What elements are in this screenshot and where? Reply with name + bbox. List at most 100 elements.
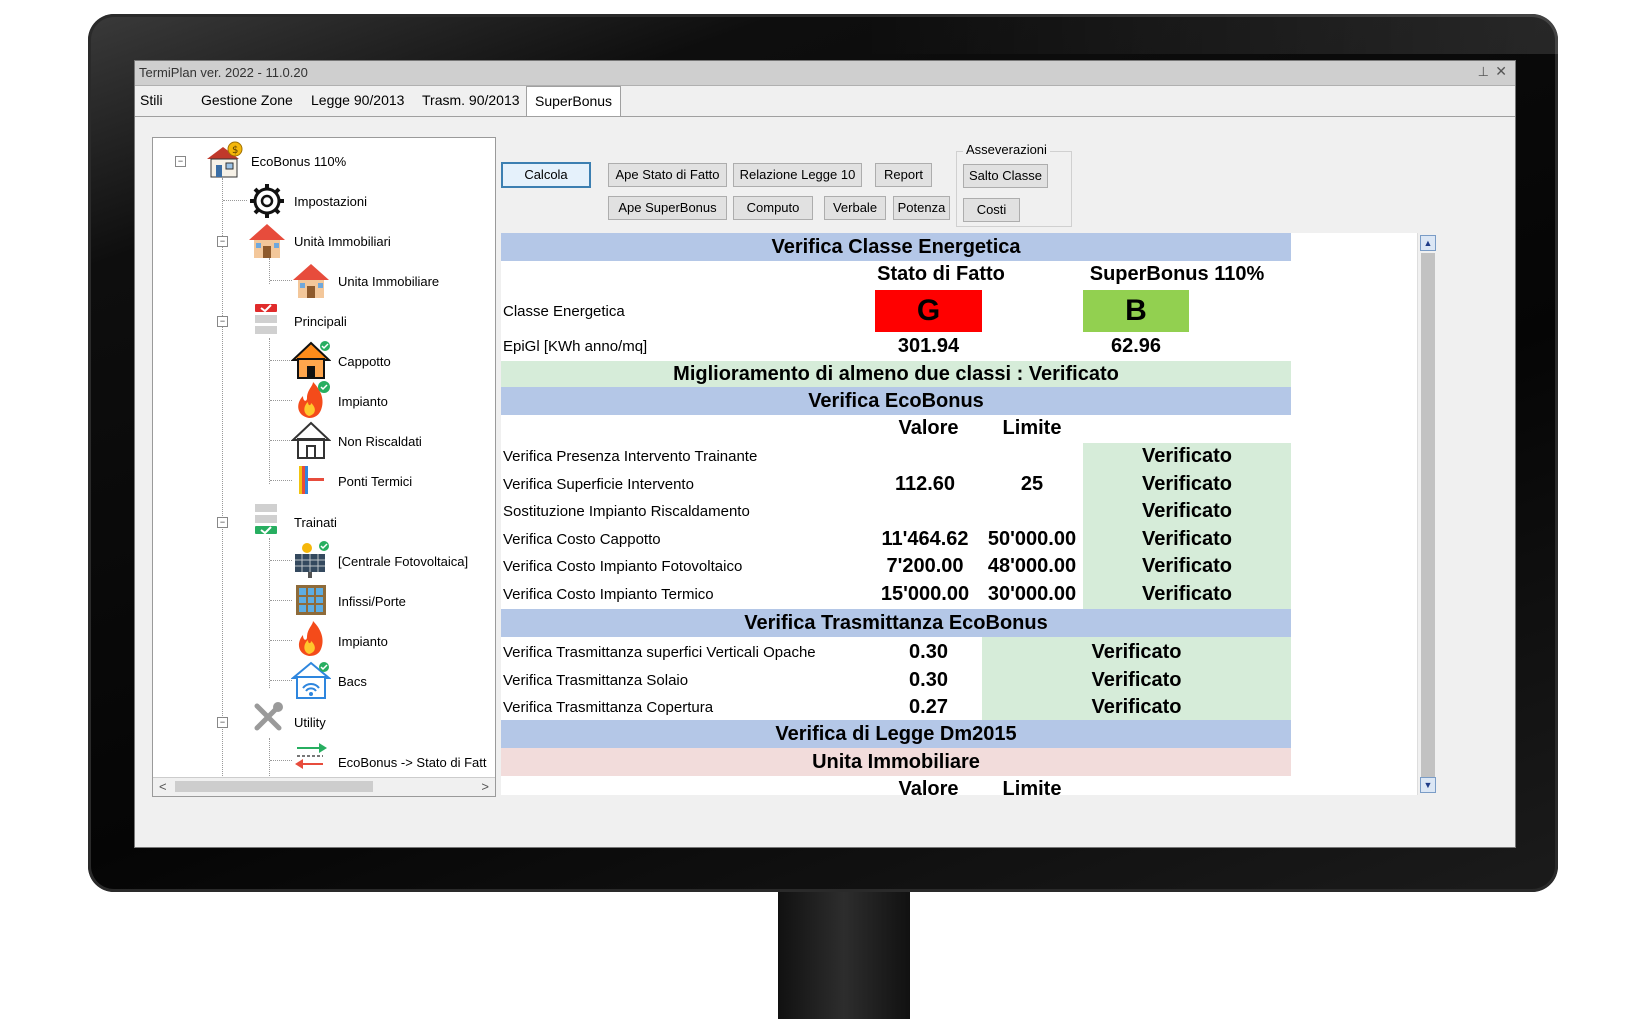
eco-row-esito: Verificato <box>1141 555 1233 578</box>
collapse-toggle[interactable]: − <box>217 236 228 247</box>
scroll-down-icon[interactable]: ▼ <box>1420 777 1436 793</box>
close-icon[interactable]: ✕ <box>1495 63 1507 80</box>
classe-superbonus-badge: B <box>1083 290 1189 332</box>
trasm-row-label: Verifica Trasmittanza superfici Vertical… <box>503 644 816 661</box>
eco-row-limite: 30'000.00 <box>987 583 1077 605</box>
tree-line <box>270 680 292 681</box>
tree-line <box>270 560 292 561</box>
eco-row-limite: 25 <box>1020 472 1044 495</box>
eco-row-valore: 15'000.00 <box>880 583 970 605</box>
report-panel: Verifica Classe Energetica Stato di Fatt… <box>501 233 1435 795</box>
tree-item-utility[interactable]: Utility <box>294 715 326 730</box>
eco-row-esito: Verificato <box>1141 583 1233 605</box>
eco-row-esito: Verificato <box>1141 500 1233 523</box>
section-header-unita: Unita Immobiliare <box>501 748 1291 776</box>
tab-superbonus[interactable]: SuperBonus <box>526 86 622 116</box>
tree-item-infissi-porte[interactable]: Infissi/Porte <box>338 594 406 609</box>
tree-item-unita-immobiliare[interactable]: Unita Immobiliare <box>338 274 439 289</box>
tab-bar: Stili Gestione Zone Legge 90/2013 Trasm.… <box>135 86 1515 117</box>
tree-line <box>270 280 292 281</box>
tree-line <box>270 480 292 481</box>
tree-item-impianto-trainato[interactable]: Impianto <box>338 634 388 649</box>
report-button[interactable]: Report <box>875 163 932 187</box>
section-header-classe: Verifica Classe Energetica <box>501 233 1291 261</box>
calcola-button[interactable]: Calcola <box>501 162 591 188</box>
tree-line <box>270 640 292 641</box>
eco-row-limite: 50'000.00 <box>987 527 1077 550</box>
tree-item-ponti-termici[interactable]: Ponti Termici <box>338 474 412 489</box>
section-header-dm2015: Verifica di Legge Dm2015 <box>501 720 1291 748</box>
classe-energetica-label: Classe Energetica <box>503 303 625 320</box>
house-outline-icon <box>290 420 332 465</box>
trasm-row-esito: Verificato <box>1091 668 1182 691</box>
tab-gestione-zone[interactable]: Gestione Zone <box>201 92 293 108</box>
collapse-toggle[interactable]: − <box>175 156 186 167</box>
tree-item-unita-immobiliari[interactable]: Unità Immobiliari <box>294 234 391 249</box>
epigl-stato-value: 301.94 <box>897 335 960 357</box>
ape-superbonus-button[interactable]: Ape SuperBonus <box>608 196 727 220</box>
eco-row-label: Verifica Superficie Intervento <box>503 475 694 493</box>
title-bar: TermiPlan ver. 2022 - 11.0.20 ⊥ ✕ <box>135 61 1515 86</box>
salto-classe-button[interactable]: Salto Classe <box>963 164 1048 188</box>
section-header-trasmittanza: Verifica Trasmittanza EcoBonus <box>501 609 1291 637</box>
thermal-bridge-icon <box>293 462 329 503</box>
scroll-thumb[interactable] <box>175 781 373 792</box>
scroll-up-icon[interactable]: ▲ <box>1420 235 1436 251</box>
eco-row-label: Sostituzione Impianto Riscaldamento <box>503 503 750 521</box>
tree-root-label[interactable]: EcoBonus 110% <box>251 154 346 169</box>
unita-col-limite: Limite <box>1002 778 1062 795</box>
verbale-button[interactable]: Verbale <box>824 196 886 220</box>
tab-trasm-90-2013[interactable]: Trasm. 90/2013 <box>422 92 520 108</box>
tree-line <box>270 760 292 761</box>
costi-button[interactable]: Costi <box>963 198 1020 222</box>
tree-line <box>270 400 292 401</box>
scroll-right-icon[interactable]: > <box>481 779 489 794</box>
trasm-row-valore: 0.30 <box>909 668 948 691</box>
flame-icon <box>293 620 329 663</box>
tree-item-bacs[interactable]: Bacs <box>338 674 367 689</box>
eco-row-esito: Verificato <box>1141 527 1233 550</box>
scroll-thumb[interactable] <box>1421 253 1435 783</box>
tree-item-cappotto[interactable]: Cappotto <box>338 354 391 369</box>
tree-line <box>222 178 223 794</box>
epigl-label: EpiGl [KWh anno/mq] <box>503 338 648 355</box>
tree-item-centrale-fotovoltaica[interactable]: [Centrale Fotovoltaica] <box>338 554 468 569</box>
eco-row-valore: 112.60 <box>894 472 956 495</box>
report-vertical-scrollbar[interactable]: ▲ ▼ <box>1417 233 1438 795</box>
eco-row-limite: 48'000.00 <box>987 555 1077 578</box>
trasm-row-esito: Verificato <box>1091 641 1182 663</box>
house-icon <box>291 260 331 305</box>
flame-check-icon <box>291 380 331 425</box>
ape-stato-button[interactable]: Ape Stato di Fatto <box>608 163 727 187</box>
tree-item-ecobonus-stato[interactable]: EcoBonus -> Stato di Fatt <box>338 755 487 770</box>
asseverazioni-title: Asseverazioni <box>963 142 1050 157</box>
eco-row-valore: 7'200.00 <box>886 555 964 578</box>
tab-legge-90-2013[interactable]: Legge 90/2013 <box>311 92 404 108</box>
collapse-toggle[interactable]: − <box>217 517 228 528</box>
trasm-row-esito: Verificato <box>1091 696 1182 719</box>
tree-item-impostazioni[interactable]: Impostazioni <box>294 194 367 209</box>
navigation-tree[interactable]: − $ EcoBonus 110% Impostazioni − Unità I… <box>152 137 496 797</box>
monitor-stand <box>778 892 910 1019</box>
eco-row-valore: 11'464.62 <box>881 527 969 550</box>
window-icon <box>293 582 329 623</box>
scroll-left-icon[interactable]: < <box>159 779 167 794</box>
potenza-button[interactable]: Potenza <box>893 196 950 220</box>
tree-item-principali[interactable]: Principali <box>294 314 347 329</box>
eco-row-label: Verifica Costo Impianto Termico <box>503 586 714 603</box>
tree-item-non-riscaldati[interactable]: Non Riscaldati <box>338 434 422 449</box>
tab-stili[interactable]: Stili <box>140 92 163 108</box>
collapse-toggle[interactable]: − <box>217 316 228 327</box>
epigl-superbonus-value: 62.96 <box>1110 335 1162 357</box>
eco-row-label: Verifica Costo Impianto Fotovoltaico <box>503 558 743 576</box>
tree-line <box>270 360 292 361</box>
tree-horizontal-scrollbar[interactable]: < > <box>153 777 495 796</box>
collapse-toggle[interactable]: − <box>217 717 228 728</box>
computo-button[interactable]: Computo <box>733 196 813 220</box>
tree-item-impianto[interactable]: Impianto <box>338 394 388 409</box>
pin-icon[interactable]: ⊥ <box>1478 64 1489 80</box>
relazione-legge-button[interactable]: Relazione Legge 10 <box>733 163 862 187</box>
eco-row-label: Verifica Costo Cappotto <box>503 530 661 548</box>
tree-item-trainati[interactable]: Trainati <box>294 515 337 530</box>
tree-line <box>270 440 292 441</box>
